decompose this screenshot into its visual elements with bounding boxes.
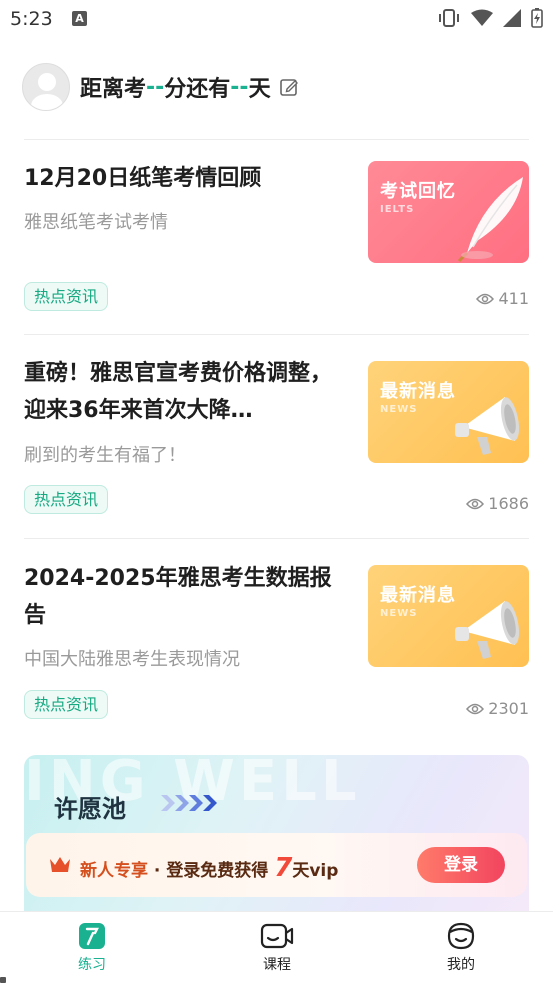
- view-count: 411: [498, 289, 529, 308]
- article-title: 12月20日纸笔考情回顾: [24, 166, 262, 191]
- article-card[interactable]: 2024-2025年雅思考生数据报告 中国大陆雅思考生表现情况 最新消息 NEW…: [24, 559, 529, 749]
- article-tag: 热点资讯: [24, 690, 109, 719]
- feather-quill-icon: [457, 177, 523, 263]
- article-tag: 热点资讯: [24, 485, 109, 514]
- thumbnail-title: 考试回忆: [380, 181, 456, 202]
- status-icons: [437, 8, 543, 28]
- article-title: 重磅！雅思官宣考费价格调整，迎来36年来首次大降…: [24, 361, 333, 423]
- countdown-days: --: [230, 74, 249, 100]
- tab-label: 课程: [263, 957, 291, 973]
- battery-charging-icon: [531, 8, 543, 28]
- article-card[interactable]: 12月20日纸笔考情回顾 雅思纸笔考试考情 考试回忆 IELTS 热点资讯 41…: [24, 160, 529, 350]
- exam-countdown[interactable]: 距离考 -- 分还有 -- 天: [80, 71, 299, 103]
- article-title: 2024-2025年雅思考生数据报告: [24, 566, 332, 628]
- tab-practice[interactable]: 练习: [52, 922, 132, 974]
- divider: [24, 139, 529, 140]
- course-video-icon: [260, 923, 294, 949]
- wishing-pool-banner[interactable]: ING WELL 许愿池 新人专享 · 登录免费获得 7天vip 登录: [24, 755, 529, 915]
- chevrons-right-icon: [161, 795, 217, 811]
- countdown-days-unit: 天: [248, 77, 271, 102]
- article-subtitle: 刷到的考生有福了！: [24, 445, 186, 466]
- view-count: 2301: [488, 699, 529, 718]
- divider: [24, 334, 529, 335]
- thumbnail-title: 最新消息: [380, 381, 456, 402]
- thumbnail-subtitle: IELTS: [380, 204, 415, 215]
- countdown-prefix: 距离考: [80, 77, 147, 102]
- promo-dot: ·: [153, 861, 161, 881]
- article-card[interactable]: 重磅！雅思官宣考费价格调整，迎来36年来首次大降… 刷到的考生有福了！ 最新消息…: [24, 354, 529, 544]
- notification-icon: A: [72, 11, 87, 26]
- promo-part2: 登录免费获得: [166, 861, 269, 881]
- tab-label: 我的: [447, 957, 475, 973]
- tab-profile[interactable]: 我的: [421, 922, 501, 974]
- new-user-promo[interactable]: 新人专享 · 登录免费获得 7天vip 登录: [26, 833, 527, 897]
- wifi-icon: [471, 9, 493, 26]
- article-views: 2301: [466, 699, 529, 718]
- signal-icon: [503, 9, 521, 27]
- article-thumbnail: 最新消息 NEWS: [368, 361, 529, 463]
- bottom-navigation: 练习 课程 我的: [0, 911, 553, 983]
- status-bar: 5:23 A: [0, 0, 553, 40]
- article-thumbnail: 最新消息 NEWS: [368, 565, 529, 667]
- article-tag: 热点资讯: [24, 282, 109, 311]
- promo-part1: 新人专享: [80, 861, 148, 881]
- avatar[interactable]: [22, 63, 70, 111]
- promo-days-unit: 天vip: [292, 861, 339, 881]
- eye-icon: [476, 293, 495, 304]
- article-views: 1686: [466, 494, 529, 513]
- status-time: 5:23: [10, 8, 53, 30]
- practice-icon: [79, 923, 105, 949]
- thumbnail-subtitle: NEWS: [380, 608, 418, 619]
- thumbnail-title: 最新消息: [380, 585, 456, 606]
- countdown-minutes-unit: 分还有: [164, 77, 231, 102]
- view-count: 1686: [488, 494, 529, 513]
- promo-text: 新人专享 · 登录免费获得 7天vip: [80, 853, 338, 883]
- article-subtitle: 中国大陆雅思考生表现情况: [24, 649, 240, 670]
- countdown-minutes: --: [146, 74, 165, 100]
- edit-icon[interactable]: [279, 77, 299, 97]
- thumbnail-subtitle: NEWS: [380, 404, 418, 415]
- banner-title: 许愿池: [54, 795, 126, 823]
- login-button[interactable]: 登录: [417, 847, 505, 883]
- vibrate-icon: [439, 9, 459, 27]
- article-views: 411: [476, 289, 529, 308]
- megaphone-icon: [455, 397, 520, 455]
- crown-icon: [50, 857, 70, 872]
- divider: [24, 538, 529, 539]
- corner-indicator: [0, 977, 6, 983]
- eye-icon: [466, 703, 485, 714]
- promo-days-number: 7: [274, 853, 293, 883]
- megaphone-icon: [455, 601, 520, 659]
- exam-countdown-header: 距离考 -- 分还有 -- 天: [22, 62, 532, 112]
- tab-label: 练习: [78, 957, 106, 973]
- article-subtitle: 雅思纸笔考试考情: [24, 212, 168, 233]
- eye-icon: [466, 498, 485, 509]
- article-thumbnail: 考试回忆 IELTS: [368, 161, 529, 263]
- tab-course[interactable]: 课程: [237, 922, 317, 974]
- profile-face-icon: [447, 922, 475, 950]
